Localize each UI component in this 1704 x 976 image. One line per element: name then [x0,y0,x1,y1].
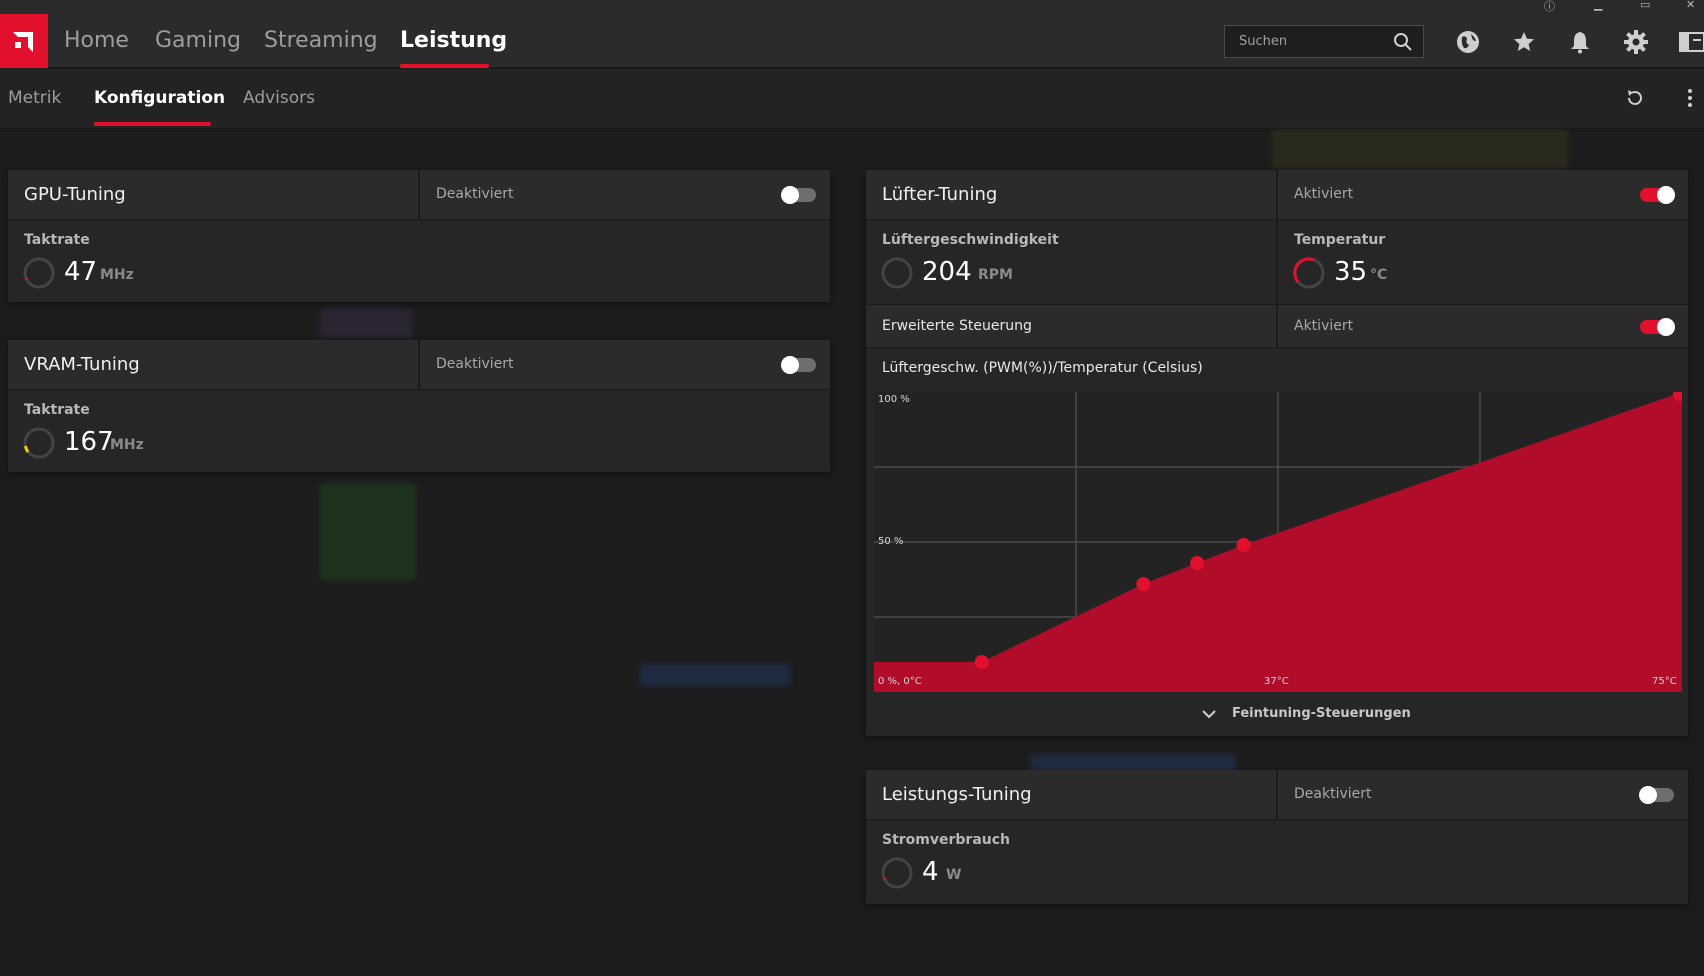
sub-navigation: Metrik Konfiguration Advisors [0,69,1704,129]
fan-curve-svg[interactable] [874,387,1687,692]
fan-curve-chart[interactable]: 100 % 50 % 0 %, 0°C 37°C 75°C [874,387,1687,692]
chevron-down-icon [1202,709,1216,718]
fan-curve-title: Lüftergeschw. (PWM(%))/Temperatur (Celsi… [882,360,1203,376]
power-tuning-status: Deaktiviert [1294,786,1372,802]
reset-icon[interactable] [1624,87,1646,113]
tab-active-indicator [94,122,211,126]
fan-curve-point-1[interactable] [1136,577,1151,591]
tab-advisors[interactable]: Advisors [243,88,315,108]
header-divider [1276,770,1278,820]
advanced-control-row: Erweiterte Steuerung Aktiviert [866,304,1688,349]
close-icon[interactable]: ✕ [1686,0,1695,11]
background-blur-region [320,308,412,338]
y-axis-label-top: 100 % [878,394,910,405]
vram-clock-unit: MHz [110,437,144,453]
gpu-clock-unit: MHz [100,267,134,283]
advanced-control-label: Erweiterte Steuerung [882,318,1032,334]
fan-speed-gauge [881,257,913,289]
vram-tuning-status: Deaktiviert [436,356,514,372]
fan-curve-point-3[interactable] [1236,538,1251,552]
fan-curve-point-0[interactable] [974,655,989,669]
minimize-icon[interactable]: ▁ [1594,0,1602,11]
card-header: Leistungs-Tuning Deaktiviert [866,770,1688,820]
background-blur-region [320,484,416,580]
bell-icon[interactable] [1566,28,1594,56]
temperature-unit: °C [1370,267,1388,283]
nav-streaming[interactable]: Streaming [264,28,378,53]
search-icon[interactable] [1393,32,1413,56]
amd-logo-icon [13,32,33,52]
fine-tuning-toggle[interactable]: Feintuning-Steuerungen [1202,706,1411,721]
vram-clock-gauge [23,427,55,459]
card-header: Lüfter-Tuning Aktiviert [866,170,1688,220]
metric-divider [1276,220,1278,304]
power-tuning-toggle[interactable] [1639,786,1674,804]
power-draw-label: Stromverbrauch [882,832,1011,848]
power-tuning-card: Leistungs-Tuning Deaktiviert Stromverbra… [866,770,1688,904]
more-options-icon[interactable] [1686,87,1694,113]
power-draw-value: 4 [922,857,939,887]
fine-tuning-label: Feintuning-Steuerungen [1232,706,1411,721]
power-tuning-title: Leistungs-Tuning [882,784,1032,805]
header-divider [418,340,420,390]
temperature-gauge [1293,257,1325,289]
nav-home[interactable]: Home [64,28,129,53]
vram-tuning-toggle[interactable] [781,356,816,374]
row-divider [1276,305,1278,349]
fan-tuning-title: Lüfter-Tuning [882,184,998,205]
fan-speed-value: 204 [922,257,972,287]
fan-curve-point-2[interactable] [1190,556,1205,570]
nav-gaming[interactable]: Gaming [155,28,241,53]
search-box[interactable]: Suchen [1224,25,1424,58]
fan-tuning-status: Aktiviert [1294,186,1354,202]
vram-tuning-title: VRAM-Tuning [24,354,140,375]
background-blur-region [1272,130,1568,168]
gpu-tuning-toggle[interactable] [781,186,816,204]
card-header: VRAM-Tuning Deaktiviert [8,340,830,390]
amd-logo[interactable] [0,14,48,68]
fan-speed-label: Lüftergeschwindigkeit [882,232,1059,248]
temperature-label: Temperatur [1294,232,1386,248]
window-title-bar: ⓘ ▁ ▭ ✕ [0,0,1704,14]
gpu-tuning-card: GPU-Tuning Deaktiviert Taktrate 47 MHz [8,170,830,302]
x-axis-label-mid: 37°C [1264,676,1289,687]
x-axis-label-max: 75°C [1652,676,1677,687]
vram-clock-value: 167 [64,427,114,457]
fan-tuning-toggle[interactable] [1640,186,1675,204]
axis-origin-label: 0 %, 0°C [878,676,922,687]
y-axis-label-mid: 50 % [878,536,904,547]
globe-icon[interactable] [1454,28,1482,56]
search-input[interactable]: Suchen [1239,34,1287,49]
star-icon[interactable] [1510,28,1538,56]
sidebar-panel-icon[interactable] [1678,28,1704,56]
gpu-clock-gauge [23,257,55,289]
power-draw-unit: W [946,867,962,883]
gpu-tuning-status: Deaktiviert [436,186,514,202]
vram-tuning-card: VRAM-Tuning Deaktiviert Taktrate 167 MHz [8,340,830,472]
tab-metrik[interactable]: Metrik [8,88,61,108]
gear-icon[interactable] [1622,28,1650,56]
tab-konfiguration[interactable]: Konfiguration [94,88,225,108]
gpu-tuning-title: GPU-Tuning [24,184,126,205]
header-divider [418,170,420,220]
gpu-clock-label: Taktrate [24,232,90,248]
header-divider [1276,170,1278,220]
advanced-control-toggle[interactable] [1640,318,1675,336]
fan-speed-unit: RPM [978,267,1013,283]
temperature-value: 35 [1334,257,1368,287]
card-header: GPU-Tuning Deaktiviert [8,170,830,220]
advanced-control-status: Aktiviert [1294,318,1354,334]
gpu-clock-value: 47 [64,257,98,287]
power-draw-gauge [881,857,913,889]
main-navigation: Home Gaming Streaming Leistung Suchen [0,14,1704,68]
nav-leistung[interactable]: Leistung [400,28,507,53]
nav-active-indicator [400,64,489,68]
maximize-icon[interactable]: ▭ [1640,0,1650,11]
background-blur-region [640,664,790,686]
help-icon[interactable]: ⓘ [1544,0,1555,14]
vram-clock-label: Taktrate [24,402,90,418]
